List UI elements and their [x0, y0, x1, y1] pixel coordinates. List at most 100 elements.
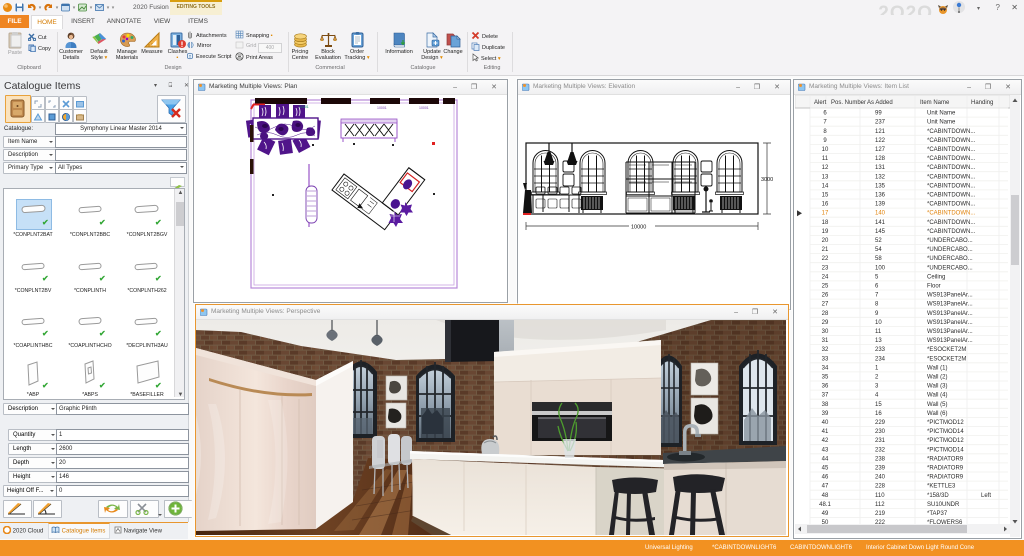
svg-text:Wall (1): Wall (1): [927, 365, 947, 371]
svg-text:46: 46: [822, 475, 829, 481]
svg-text:33: 33: [822, 356, 829, 362]
svg-text:110: 110: [875, 493, 885, 499]
svg-text:238: 238: [875, 456, 886, 462]
svg-text:48.1: 48.1: [819, 502, 831, 508]
svg-text:35: 35: [822, 375, 829, 381]
svg-text:27: 27: [822, 302, 829, 308]
svg-text:140: 140: [875, 211, 886, 217]
svg-text:44: 44: [822, 456, 829, 462]
svg-text:10000: 10000: [631, 225, 646, 231]
svg-text:233: 233: [875, 347, 886, 353]
svg-text:✔: ✔: [155, 381, 162, 390]
svg-text:*CABINTDOWN...: *CABINTDOWN...: [927, 211, 976, 217]
svg-text:*RADIATOR9: *RADIATOR9: [927, 456, 964, 462]
svg-text:WS913PanelAr...: WS913PanelAr...: [927, 311, 973, 317]
svg-text:48: 48: [822, 493, 829, 499]
svg-text:141: 141: [875, 220, 886, 226]
svg-text:*CONPLNTH262: *CONPLNTH262: [127, 288, 166, 294]
svg-text:121: 121: [875, 129, 886, 135]
svg-text:Item Name: Item Name: [920, 100, 950, 106]
svg-text:23: 23: [822, 265, 829, 271]
svg-text:*TAP37: *TAP37: [927, 511, 948, 517]
svg-text:139: 139: [875, 202, 886, 208]
svg-text:*CABINTDOWN...: *CABINTDOWN...: [927, 193, 976, 199]
svg-text:✔: ✔: [99, 274, 106, 283]
svg-text:*ESOCKET2M: *ESOCKET2M: [927, 347, 966, 353]
svg-text:*KETTLE3: *KETTLE3: [927, 484, 956, 490]
svg-text:12: 12: [822, 165, 829, 171]
svg-text:*UNDERCABO...: *UNDERCABO...: [927, 265, 973, 271]
svg-text:Handing: Handing: [971, 100, 993, 106]
svg-text:17: 17: [822, 211, 829, 217]
svg-text:*158/3D: *158/3D: [927, 493, 949, 499]
svg-text:*ABP: *ABP: [27, 392, 40, 397]
svg-text:✔: ✔: [42, 381, 49, 390]
svg-text:*RADIATOR9: *RADIATOR9: [927, 466, 964, 472]
svg-text:16: 16: [875, 411, 882, 417]
svg-text:43: 43: [822, 447, 829, 453]
svg-text:145: 145: [875, 229, 886, 235]
svg-text:*CONPLINTH: *CONPLINTH: [74, 288, 106, 294]
svg-text:11: 11: [875, 329, 882, 335]
svg-text:✔: ✔: [155, 218, 162, 227]
svg-text:34: 34: [822, 365, 829, 371]
svg-text:✔: ✔: [99, 381, 106, 390]
svg-text:Wall (5): Wall (5): [927, 402, 947, 408]
svg-text:132: 132: [875, 174, 886, 180]
svg-text:122: 122: [875, 138, 886, 144]
svg-text:19: 19: [822, 229, 829, 235]
svg-text:*DECPLINTH3AU: *DECPLINTH3AU: [126, 343, 168, 349]
svg-text:10001: 10001: [377, 106, 387, 110]
svg-text:136: 136: [875, 193, 886, 199]
svg-text:*CABINTDOWN...: *CABINTDOWN...: [927, 156, 976, 162]
svg-text:239: 239: [875, 466, 886, 472]
svg-text:WS913PanelAr...: WS913PanelAr...: [927, 329, 973, 335]
svg-text:*CONPLNT2BBC: *CONPLNT2BBC: [70, 232, 111, 238]
svg-text:232: 232: [875, 447, 886, 453]
svg-text:WS913PanelAr...: WS913PanelAr...: [927, 320, 973, 326]
svg-text:127: 127: [875, 147, 886, 153]
svg-text:*UNDERCABO...: *UNDERCABO...: [927, 256, 973, 262]
svg-text:*CABINTDOWN...: *CABINTDOWN...: [927, 174, 976, 180]
svg-text:240: 240: [875, 475, 886, 481]
svg-text:42: 42: [822, 438, 829, 444]
svg-text:234: 234: [875, 356, 886, 362]
svg-text:*PICTMOD12: *PICTMOD12: [927, 420, 964, 426]
svg-text:32: 32: [822, 347, 829, 353]
svg-text:WS913PanelAr...: WS913PanelAr...: [927, 302, 973, 308]
svg-text:*BASEFILLER: *BASEFILLER: [130, 392, 164, 397]
svg-text:39: 39: [822, 411, 829, 417]
svg-text:Left: Left: [981, 493, 991, 499]
svg-text:13: 13: [875, 338, 882, 344]
svg-text:WS913PanelAr...: WS913PanelAr...: [927, 293, 973, 299]
svg-text:✔: ✔: [99, 218, 106, 227]
svg-text:58: 58: [875, 256, 882, 262]
svg-text:*CONPLNT2BV: *CONPLNT2BV: [15, 288, 52, 294]
svg-text:*CABINTDOWN...: *CABINTDOWN...: [927, 165, 976, 171]
svg-text:Alert: Alert: [814, 100, 827, 106]
svg-text:15: 15: [822, 193, 829, 199]
svg-text:28: 28: [822, 311, 829, 317]
svg-text:99: 99: [875, 111, 882, 117]
svg-text:*PICTMOD14: *PICTMOD14: [927, 447, 964, 453]
svg-text:*CABINTDOWN...: *CABINTDOWN...: [927, 229, 976, 235]
svg-text:Wall (2): Wall (2): [927, 375, 947, 381]
svg-text:49: 49: [822, 511, 829, 517]
svg-text:30: 30: [822, 329, 829, 335]
svg-text:*RADIATOR9: *RADIATOR9: [927, 475, 964, 481]
svg-text:*COAPLINTHCHO: *COAPLINTHCHO: [68, 343, 111, 349]
svg-text:13: 13: [822, 174, 829, 180]
svg-text:*CONPLNT2BGV: *CONPLNT2BGV: [127, 232, 168, 238]
svg-text:100: 100: [875, 265, 886, 271]
svg-text:*COAPLINTHBC: *COAPLINTHBC: [14, 343, 53, 349]
svg-text:10: 10: [875, 320, 882, 326]
svg-text:✔: ✔: [42, 274, 49, 283]
svg-text:16: 16: [822, 202, 829, 208]
svg-text:20: 20: [822, 238, 829, 244]
svg-text:38: 38: [822, 402, 829, 408]
svg-text:29: 29: [822, 320, 829, 326]
svg-text:✔: ✔: [155, 274, 162, 283]
svg-text:21: 21: [822, 247, 829, 253]
svg-text:✔: ✔: [155, 329, 162, 338]
svg-text:Unit Name: Unit Name: [927, 111, 956, 117]
